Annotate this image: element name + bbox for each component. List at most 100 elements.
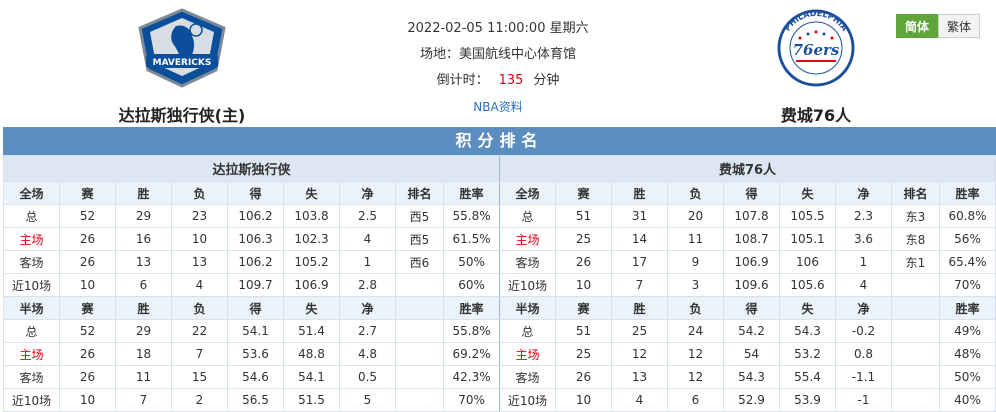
- table-cell: 13: [115, 250, 172, 274]
- table-row: 客场 26 17 9 106.9 106 1 东1 65.4%: [499, 250, 996, 274]
- table-cell: 51.5: [283, 388, 340, 412]
- left-full_head-row: 全场赛胜负得失净排名 胜率: [3, 181, 501, 205]
- table-row: 主场 25 12 12 54 53.2 0.8 48%: [499, 342, 996, 366]
- table-cell: 0.5: [339, 365, 396, 389]
- column-header: 胜率: [442, 296, 501, 320]
- table-cell: [395, 342, 444, 366]
- table-row: 客场 26 11 15 54.6 54.1 0.5 42.3%: [3, 365, 501, 389]
- table-cell: 2.3: [835, 204, 892, 228]
- column-header: 排名: [891, 181, 940, 205]
- table-cell: -1.1: [835, 365, 892, 389]
- table-cell: 16: [115, 227, 172, 251]
- table-cell: 109.7: [227, 273, 284, 297]
- table-cell: 50%: [442, 250, 501, 274]
- table-cell: 106: [779, 250, 836, 274]
- venue-value: 美国航线中心体育馆: [459, 47, 577, 62]
- table-cell: 4: [339, 227, 396, 251]
- row-label: 总: [499, 204, 556, 228]
- table-row: 客场 26 13 13 106.2 105.2 1 西6 50%: [3, 250, 501, 274]
- table-cell: 5: [339, 388, 396, 412]
- table-cell: 4: [835, 273, 892, 297]
- match-header: MAVERICKS 达拉斯独行侠(主) 2022-02-05 11:00:00 …: [0, 0, 996, 126]
- table-cell: 25: [555, 227, 612, 251]
- table-cell: 48.8: [283, 342, 340, 366]
- table-cell: 25: [611, 319, 668, 343]
- table-row: 总 52 29 22 54.1 51.4 2.7 55.8%: [3, 319, 501, 343]
- home-team-name[interactable]: 达拉斯独行侠(主): [82, 102, 282, 126]
- table-cell: 14: [611, 227, 668, 251]
- left-standings-table: 达拉斯独行侠 全场赛胜负得失净排名 胜率总 52 29 23 106.2 103.8 2.5 西5…: [2, 155, 501, 412]
- table-cell: 东3: [891, 204, 940, 228]
- nba-data-link[interactable]: NBA资料: [473, 100, 522, 114]
- table-cell: 49%: [938, 319, 996, 343]
- away-team-name[interactable]: 费城76人: [716, 102, 916, 126]
- table-cell: 12: [611, 342, 668, 366]
- table-cell: [891, 342, 940, 366]
- column-header: 赛: [59, 181, 116, 205]
- table-cell: 西6: [395, 250, 444, 274]
- match-venue: 场地：美国航线中心体育馆: [330, 42, 666, 68]
- table-cell: 54.3: [779, 319, 836, 343]
- table-row: 总 51 31 20 107.8 105.5 2.3 东3 60.8%: [499, 204, 996, 228]
- table-cell: 13: [171, 250, 228, 274]
- table-cell: 53.9: [779, 388, 836, 412]
- table-cell: 40%: [938, 388, 996, 412]
- row-label: 总: [3, 204, 60, 228]
- column-header: 赛: [555, 296, 612, 320]
- table-cell: -0.2: [835, 319, 892, 343]
- right-team-title: 费城76人: [498, 155, 996, 182]
- home-team: MAVERICKS 达拉斯独行侠(主): [82, 8, 282, 126]
- table-cell: 26: [59, 342, 116, 366]
- table-cell: 10: [555, 388, 612, 412]
- column-header: 得: [227, 296, 284, 320]
- away-team: PHILADELPHIA 76ers 费城76人: [716, 8, 916, 126]
- table-cell: 3.6: [835, 227, 892, 251]
- table-cell: 107.8: [723, 204, 780, 228]
- table-cell: 东1: [891, 250, 940, 274]
- table-cell: 106.2: [227, 250, 284, 274]
- table-cell: 52.9: [723, 388, 780, 412]
- table-cell: [891, 319, 940, 343]
- table-cell: [395, 319, 444, 343]
- table-cell: 51: [555, 204, 612, 228]
- table-cell: 105.1: [779, 227, 836, 251]
- column-header: 胜率: [938, 181, 996, 205]
- column-header: 半场: [499, 296, 556, 320]
- row-label: 近10场: [499, 273, 556, 297]
- countdown-unit: 分钟: [533, 73, 560, 88]
- table-cell: 15: [171, 365, 228, 389]
- column-header: 胜: [611, 296, 668, 320]
- column-header: 得: [227, 181, 284, 205]
- table-row: 主场 26 16 10 106.3 102.3 4 西5 61.5%: [3, 227, 501, 251]
- 76ers-logo-icon: PHILADELPHIA 76ers: [777, 9, 855, 87]
- table-cell: 54.1: [227, 319, 284, 343]
- table-cell: 3: [667, 273, 724, 297]
- row-label: 近10场: [3, 388, 60, 412]
- 76ers-logo-number: 76ers: [793, 41, 840, 59]
- column-header: 全场: [3, 181, 60, 205]
- table-cell: 4: [611, 388, 668, 412]
- table-cell: 53.6: [227, 342, 284, 366]
- table-cell: 7: [171, 342, 228, 366]
- simplified-chinese-button[interactable]: 简体: [895, 14, 938, 38]
- traditional-chinese-button[interactable]: 繁体: [937, 14, 980, 38]
- row-label: 客场: [499, 365, 556, 389]
- column-header: 赛: [555, 181, 612, 205]
- right-team-row: 费城76人: [498, 155, 996, 182]
- table-cell: 7: [611, 273, 668, 297]
- table-cell: 11: [115, 365, 172, 389]
- row-label: 总: [499, 319, 556, 343]
- table-cell: 10: [555, 273, 612, 297]
- table-cell: 48%: [938, 342, 996, 366]
- countdown-label: 倒计时：: [436, 73, 489, 88]
- table-cell: 54.2: [723, 319, 780, 343]
- left-team-title: 达拉斯独行侠: [2, 155, 501, 182]
- right-full_head-row: 全场赛胜负得失净排名 胜率: [499, 181, 996, 205]
- table-cell: [395, 388, 444, 412]
- table-cell: 东8: [891, 227, 940, 251]
- left-half_head-row: 半场赛胜负得失净 胜率: [3, 296, 501, 320]
- table-cell: 50%: [938, 365, 996, 389]
- table-cell: 6: [115, 273, 172, 297]
- row-label: 近10场: [499, 388, 556, 412]
- table-row: 客场 26 13 12 54.3 55.4 -1.1 50%: [499, 365, 996, 389]
